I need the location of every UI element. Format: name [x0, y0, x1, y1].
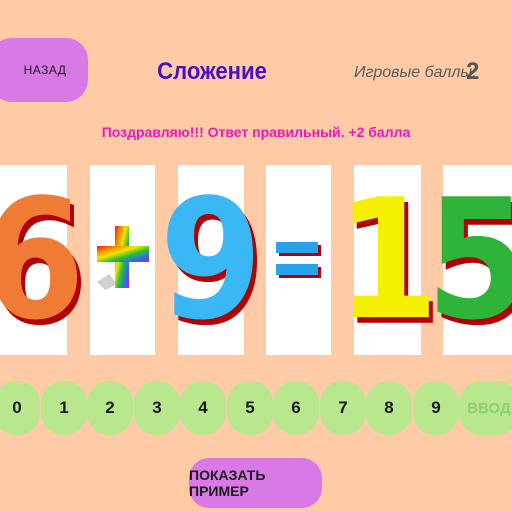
key-6-label: 6 — [291, 398, 301, 417]
equals-icon — [275, 239, 322, 281]
answer-units-digit: 5 — [426, 177, 512, 343]
score-value: 2 — [466, 58, 480, 85]
key-2[interactable]: 2 — [87, 381, 133, 435]
key-0-label: 0 — [12, 398, 22, 417]
key-0[interactable]: 0 — [0, 381, 40, 435]
keypad: 0 1 2 3 4 5 6 7 8 9 ВВОД — [0, 381, 512, 435]
show-example-button[interactable]: ПОКАЗАТЬ ПРИМЕР — [189, 458, 322, 508]
key-6[interactable]: 6 — [273, 381, 319, 435]
answer-tens-digit: 1 — [336, 163, 439, 357]
key-9[interactable]: 9 — [413, 381, 459, 435]
show-example-button-label: ПОКАЗАТЬ ПРИМЕР — [189, 467, 266, 499]
key-5-label: 5 — [245, 398, 255, 417]
first-digit: 6 — [0, 177, 85, 343]
key-8[interactable]: 8 — [366, 381, 412, 435]
key-4[interactable]: 4 — [180, 381, 226, 435]
equation-card-answer-units: 5 — [426, 165, 512, 355]
key-1[interactable]: 1 — [41, 381, 87, 435]
key-7-label: 7 — [338, 398, 348, 417]
equation-card-operator — [90, 165, 155, 355]
equation-card-answer-tens: 1 — [336, 165, 439, 355]
equation-card-equals — [266, 165, 331, 355]
rainbow-plus-icon — [95, 220, 151, 300]
key-1-label: 1 — [59, 398, 69, 417]
enter-key-label: ВВОД — [467, 399, 511, 417]
page-title: Сложение — [157, 58, 267, 85]
key-4-label: 4 — [198, 398, 208, 417]
key-3-label: 3 — [152, 398, 162, 417]
key-7[interactable]: 7 — [320, 381, 366, 435]
enter-key[interactable]: ВВОД — [459, 381, 512, 435]
score-label: Игровые баллы: — [354, 64, 477, 81]
key-2-label: 2 — [105, 398, 115, 417]
key-9-label: 9 — [431, 398, 441, 417]
equation-card-first-digit: 6 — [0, 165, 85, 355]
key-8-label: 8 — [384, 398, 394, 417]
key-5[interactable]: 5 — [227, 381, 273, 435]
key-3[interactable]: 3 — [134, 381, 180, 435]
result-message: Поздравляю!!! Ответ правильный. +2 балла — [101, 124, 411, 140]
second-digit: 9 — [159, 163, 263, 357]
equation-card-second-digit: 9 — [160, 165, 263, 355]
